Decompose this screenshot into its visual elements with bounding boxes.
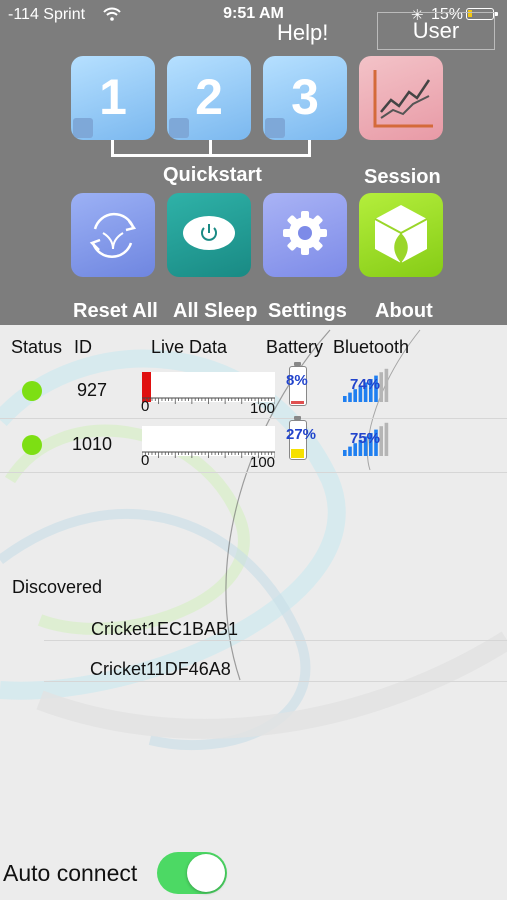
- reset-all-button[interactable]: [71, 193, 155, 277]
- user-button[interactable]: User: [377, 12, 495, 50]
- quickstart-2-button[interactable]: 2: [167, 56, 251, 140]
- signal-bar: [384, 422, 389, 456]
- device-row[interactable]: 1010 0 100 27% 75%: [0, 416, 507, 472]
- quickstart-bracket-mid: [209, 140, 212, 154]
- discovered-header: Discovered: [12, 577, 103, 597]
- bluetooth-header: Bluetooth: [333, 337, 410, 357]
- settings-button[interactable]: [263, 193, 347, 277]
- device-id: 1010: [71, 434, 113, 454]
- toggle-knob: [187, 854, 225, 892]
- quickstart-label: Quickstart: [163, 164, 262, 186]
- status-indicator: [22, 381, 42, 401]
- about-label: About: [375, 300, 433, 322]
- share-icon: [265, 118, 285, 138]
- signal-bar: [343, 450, 347, 456]
- quickstart-3-button[interactable]: 3: [263, 56, 347, 140]
- discovered-device-item[interactable]: Cricket11DF46A8: [90, 659, 231, 680]
- bluetooth-percent-label: 74%: [350, 376, 381, 393]
- battery-level: [291, 401, 304, 404]
- gear-icon: [283, 211, 327, 255]
- discovered-device-item[interactable]: Cricket1EC1BAB1: [91, 619, 238, 640]
- row-divider: [44, 640, 507, 641]
- battery-level: [291, 448, 304, 458]
- auto-connect-label: Auto connect: [3, 860, 138, 886]
- battery-header: Battery: [266, 337, 324, 357]
- signal-bar: [348, 392, 352, 402]
- cube-logo-icon: [374, 205, 428, 263]
- refresh-icon: [89, 212, 137, 258]
- session-button[interactable]: [359, 56, 443, 140]
- signal-bar: [348, 446, 352, 456]
- all-sleep-button[interactable]: [167, 193, 251, 277]
- device-id: 927: [76, 380, 108, 400]
- battery-percent-label: 8%: [286, 372, 308, 389]
- chart-icon: [373, 70, 433, 128]
- row-divider: [44, 681, 507, 682]
- share-icon: [169, 118, 189, 138]
- all-sleep-label: All Sleep: [173, 300, 258, 322]
- quickstart-1-button[interactable]: 1: [71, 56, 155, 140]
- signal-bar: [343, 396, 347, 402]
- scale-max-label: 100: [250, 400, 276, 417]
- scale-min-label: 0: [141, 398, 150, 415]
- power-icon: [183, 216, 235, 250]
- reset-all-label: Reset All: [73, 300, 158, 322]
- id-header: ID: [74, 337, 92, 357]
- about-button[interactable]: [359, 193, 443, 277]
- live-data-header: Live Data: [151, 337, 228, 357]
- share-icon: [73, 118, 93, 138]
- settings-label: Settings: [268, 300, 347, 322]
- device-row[interactable]: 927 0 100 8% 74%: [0, 362, 507, 418]
- status-indicator: [22, 435, 42, 455]
- row-divider: [0, 472, 507, 473]
- row-divider: [0, 418, 507, 419]
- signal-bar: [384, 368, 389, 402]
- bluetooth-percent-label: 75%: [350, 430, 381, 447]
- status-header: Status: [11, 337, 63, 357]
- session-label: Session: [364, 166, 441, 188]
- help-button[interactable]: Help!: [277, 20, 328, 46]
- auto-connect-toggle[interactable]: [157, 852, 227, 894]
- scale-max-label: 100: [250, 454, 276, 471]
- battery-percent-label: 27%: [286, 426, 317, 443]
- scale-min-label: 0: [141, 452, 150, 469]
